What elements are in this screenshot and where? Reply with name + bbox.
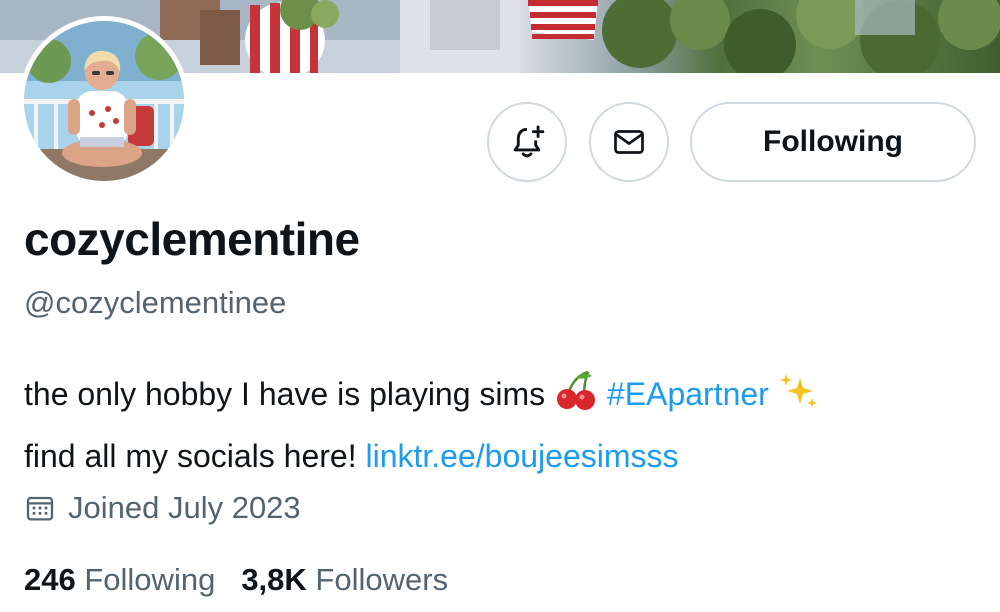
calendar-icon xyxy=(26,496,54,521)
avatar-image xyxy=(24,21,184,181)
followers-stat-label: Followers xyxy=(315,562,449,597)
user-handle: @cozyclementinee xyxy=(24,285,287,320)
followers-stat[interactable]: 3,8K Followers xyxy=(241,562,448,598)
follow-stats: 246 Following 3,8K Followers xyxy=(24,562,448,598)
envelope-icon xyxy=(614,130,644,154)
following-stat-label: Following xyxy=(84,562,216,597)
bio-link[interactable]: linktr.ee/boujeesimsss xyxy=(365,438,678,474)
avatar[interactable] xyxy=(19,16,189,186)
following-button[interactable]: Following xyxy=(690,102,976,182)
following-stat[interactable]: 246 Following xyxy=(24,562,215,598)
bio-text-2: find all my socials here! xyxy=(24,438,357,474)
bio-line-2: find all my socials here! linktr.ee/bouj… xyxy=(24,429,984,484)
bio-line-1: the only hobby I have is playing sims #E… xyxy=(24,367,984,429)
bio-text: the only hobby I have is playing sims xyxy=(24,376,546,412)
cherry-emoji xyxy=(554,368,598,429)
sparkles-emoji xyxy=(778,370,820,429)
following-count: 246 xyxy=(24,562,76,597)
followers-count: 3,8K xyxy=(241,562,307,597)
profile-page: Following cozyclementine @cozyclementine… xyxy=(0,0,1000,612)
bell-plus-icon xyxy=(513,125,545,158)
profile-bio: the only hobby I have is playing sims #E… xyxy=(24,367,984,484)
joined-date: Joined July 2023 xyxy=(24,490,301,526)
joined-text: Joined July 2023 xyxy=(68,490,301,525)
message-button[interactable] xyxy=(589,102,669,182)
hashtag-link[interactable]: #EApartner xyxy=(607,376,769,412)
notify-button[interactable] xyxy=(487,102,567,182)
display-name: cozyclementine xyxy=(24,213,360,265)
